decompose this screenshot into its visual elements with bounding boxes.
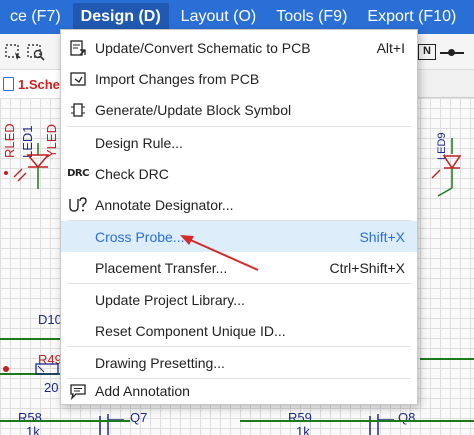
menu-item-update-pcb[interactable]: Update/Convert Schematic to PCB Alt+I [61, 32, 417, 63]
import-changes-icon [67, 68, 89, 90]
block-symbol-icon [67, 99, 89, 121]
menu-item-label: Check DRC [95, 165, 169, 182]
menu-item-update-project-library[interactable]: Update Project Library... [61, 284, 417, 315]
menu-item-import-changes[interactable]: Import Changes from PCB [61, 63, 417, 94]
tab-label: 1.Sche [18, 76, 60, 92]
value-r58: 1k [26, 424, 40, 435]
zoom-area-icon[interactable] [26, 43, 46, 61]
menu-item-annotate-designator[interactable]: Annotate Designator... [61, 189, 417, 220]
value-r59: 1k [296, 424, 310, 435]
menu-item-label: Drawing Presetting... [95, 354, 225, 371]
select-box-icon[interactable] [4, 43, 24, 61]
designator-q7: Q7 [130, 410, 148, 425]
menu-design[interactable]: Design (D) [72, 3, 169, 31]
menu-item-label: Reset Component Unique ID... [95, 322, 286, 339]
schematic-file-icon [3, 77, 14, 91]
wire-junction-icon[interactable] [440, 49, 464, 56]
menu-item-label: Add Annotation [95, 382, 190, 399]
designator-d10: D10 [38, 312, 62, 327]
junction-dot [3, 366, 9, 372]
wire [0, 338, 60, 340]
design-menu-dropdown: Update/Convert Schematic to PCB Alt+I Im… [60, 29, 418, 405]
menu-item-reset-unique-id[interactable]: Reset Component Unique ID... [61, 315, 417, 346]
value-r49: 20 [44, 380, 59, 395]
menu-item-cross-probe[interactable]: Cross Probe... Shift+X [61, 221, 417, 252]
menu-item-label: Generate/Update Block Symbol [95, 101, 292, 118]
designator-q8: Q8 [398, 410, 416, 425]
led-symbol [4, 143, 50, 189]
menu-item-label: Update Project Library... [95, 291, 245, 308]
designator-r59: R59 [288, 410, 312, 425]
menu-item-label: Placement Transfer... [95, 259, 228, 276]
menu-item-label: Cross Probe... [95, 228, 185, 245]
menu-item-shortcut: Ctrl+Shift+X [329, 259, 405, 276]
annotate-icon [67, 194, 89, 216]
menu-item-add-annotation[interactable]: Add Annotation [61, 375, 417, 406]
menu-item-placement-transfer[interactable]: Placement Transfer... Ctrl+Shift+X [61, 252, 417, 283]
net-label-icon[interactable]: N [418, 44, 436, 60]
annotation-icon [67, 380, 89, 402]
menu-item-block-symbol[interactable]: Generate/Update Block Symbol [61, 94, 417, 125]
menu-item-label: Import Changes from PCB [95, 70, 260, 87]
resistor-symbol [35, 363, 59, 375]
menu-item-design-rule[interactable]: Design Rule... [61, 127, 417, 158]
designator-r58: R58 [18, 410, 42, 425]
update-pcb-icon [67, 37, 89, 59]
menu-item-shortcut: Shift+X [359, 228, 405, 245]
wire [240, 420, 474, 422]
menu-item-label: Design Rule... [95, 134, 183, 151]
menu-item-shortcut: Alt+I [376, 39, 405, 56]
drc-icon: DRC [67, 168, 89, 179]
menu-item-drawing-presetting[interactable]: Drawing Presetting... [61, 347, 417, 378]
led9-symbol [431, 138, 462, 197]
menu-item-label: Update/Convert Schematic to PCB [95, 39, 311, 56]
menu-item-check-drc[interactable]: DRC Check DRC [61, 158, 417, 189]
wire [0, 420, 130, 422]
tab-schematic[interactable]: 1.Sche [0, 70, 64, 98]
wire [420, 358, 474, 360]
menu-item-label: Annotate Designator... [95, 196, 234, 213]
